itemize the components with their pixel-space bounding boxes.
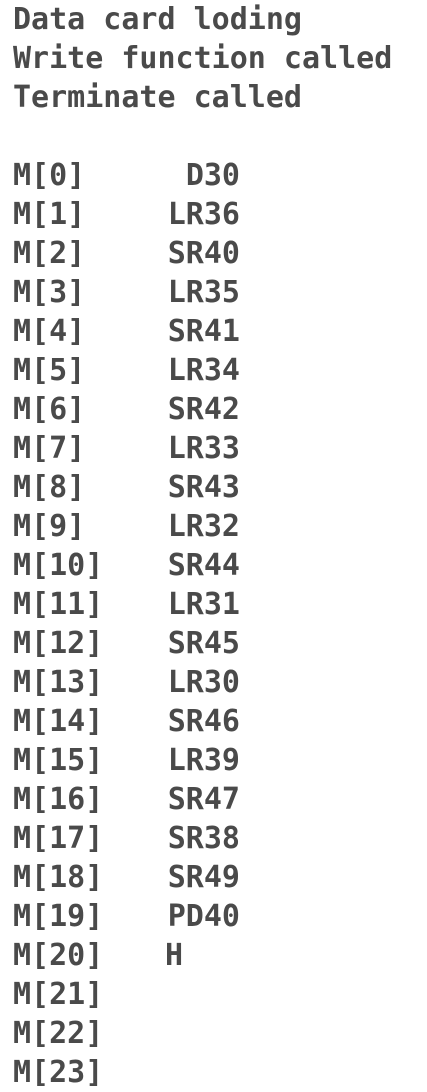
memory-value: SR38 [167,821,240,856]
memory-address: M[13] [13,665,104,700]
memory-value: LR30 [167,665,240,700]
memory-row: M[23] [13,1053,413,1092]
memory-row: M[22] [13,1014,413,1053]
memory-address: M[5] [13,353,86,388]
memory-row: M[5] LR34 [13,351,413,390]
memory-value: LR35 [167,275,240,310]
memory-row: M[9] LR32 [13,507,413,546]
memory-address: M[7] [13,431,86,466]
memory-address: M[10] [13,548,104,583]
memory-address: M[2] [13,236,86,271]
memory-address: M[23] [13,1055,104,1090]
memory-value: SR44 [167,548,240,583]
memory-row: M[20] H [13,936,413,975]
memory-value: SR40 [167,236,240,271]
memory-address: M[4] [13,314,86,349]
memory-value: PD40 [167,899,240,934]
memory-row: M[12] SR45 [13,624,413,663]
memory-row: M[15] LR39 [13,741,413,780]
memory-address: M[21] [13,977,104,1012]
memory-row: M[8] SR43 [13,468,413,507]
memory-value: SR42 [167,392,240,427]
memory-address: M[17] [13,821,104,856]
memory-row: M[2] SR40 [13,234,413,273]
memory-value: LR31 [167,587,240,622]
memory-address: M[20] [13,938,104,973]
memory-address: M[8] [13,470,86,505]
memory-value: LR32 [167,509,240,544]
memory-address: M[9] [13,509,86,544]
memory-address: M[14] [13,704,104,739]
memory-address: M[6] [13,392,86,427]
memory-address: M[1] [13,197,86,232]
memory-row: M[3] LR35 [13,273,413,312]
memory-row: M[17] SR38 [13,819,413,858]
memory-row: M[21] [13,975,413,1014]
memory-value: D30 [185,158,240,193]
memory-value: LR34 [167,353,240,388]
memory-address: M[18] [13,860,104,895]
memory-address: M[0] [13,158,86,193]
memory-address: M[19] [13,899,104,934]
memory-value: SR46 [167,704,240,739]
memory-row: M[19] PD40 [13,897,413,936]
memory-row: M[16] SR47 [13,780,413,819]
status-message-write: Write function called [13,41,393,76]
memory-value: SR49 [167,860,240,895]
memory-value: H [165,938,184,973]
memory-value: SR47 [167,782,240,817]
memory-value: SR43 [167,470,240,505]
memory-address: M[3] [13,275,86,310]
status-message-terminate: Terminate called [13,80,302,115]
memory-value: LR36 [167,197,240,232]
memory-value: LR33 [167,431,240,466]
memory-value: SR41 [167,314,240,349]
memory-row: M[10] SR44 [13,546,413,585]
memory-value: LR39 [167,743,240,778]
memory-row: M[11] LR31 [13,585,413,624]
memory-row: M[18] SR49 [13,858,413,897]
memory-address: M[22] [13,1016,104,1051]
memory-value: SR45 [167,626,240,661]
status-message-data-card: Data card loding [13,2,302,37]
memory-row: M[14] SR46 [13,702,413,741]
memory-row: M[6] SR42 [13,390,413,429]
memory-row: M[4] SR41 [13,312,413,351]
memory-address: M[12] [13,626,104,661]
memory-row: M[0] D30 [13,156,413,195]
memory-address: M[11] [13,587,104,622]
memory-row: M[13] LR30 [13,663,413,702]
memory-address: M[15] [13,743,104,778]
memory-row: M[7] LR33 [13,429,413,468]
memory-row: M[1] LR36 [13,195,413,234]
console-output: Data card loding Write function called T… [0,0,427,1091]
memory-address: M[16] [13,782,104,817]
